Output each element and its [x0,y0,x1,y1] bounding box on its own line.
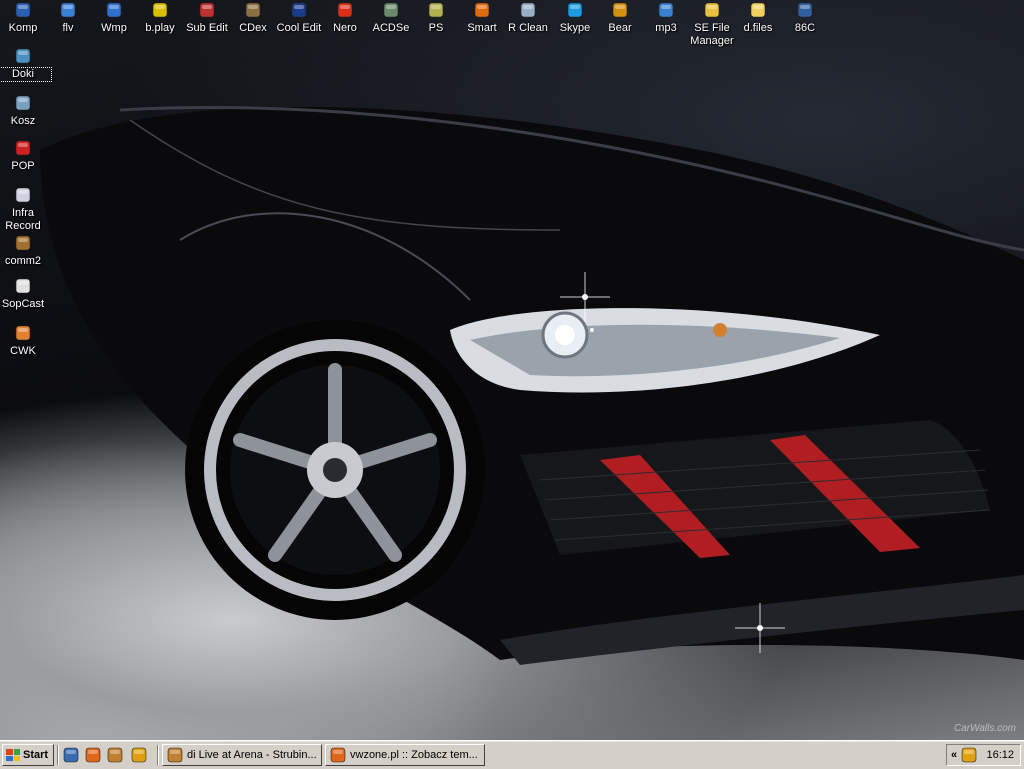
documents-icon [15,48,31,64]
desktop-icon-left-4[interactable]: comm2 [0,235,51,268]
acdsee-icon [383,2,399,18]
folder-icon [750,2,766,18]
media-player-icon [106,2,122,18]
desktop-icon-label: 86C [794,22,816,34]
sun-app-icon[interactable] [129,745,149,765]
wallpaper-car-image [40,106,1024,665]
nero-icon [337,2,353,18]
firefox-icon[interactable] [83,745,103,765]
start-button[interactable]: Start [2,744,54,766]
desktop-icon-label: CWK [10,345,36,357]
taskbar-separator [57,745,59,765]
desktop-icon-left-2[interactable]: POP [0,140,51,173]
desktop-icon-left-5[interactable]: SopCast [0,278,51,311]
pop-target-icon [15,140,31,156]
folder-tools-icon [704,2,720,18]
mp3-disc-icon [658,2,674,18]
flv-player-icon [60,2,76,18]
clock[interactable]: 16:12 [986,749,1014,761]
cool-edit-icon [291,2,307,18]
bearshare-icon [612,2,628,18]
task-button-label: di Live at Arena - Strubin... [187,749,317,761]
lock-app-icon [797,2,813,18]
desktop-icon-left-1[interactable]: Kosz [0,95,51,128]
desktop-icon-label: SopCast [1,298,45,310]
desktop-icon-label: Doki [0,67,52,82]
desktop-icon-label: comm2 [4,255,42,267]
subtitle-edit-icon [199,2,215,18]
photoshop-icon [428,2,444,18]
infra-record-icon [15,187,31,203]
task-button-1[interactable]: vwzone.pl :: Zobacz tem... [325,744,485,766]
taskbar: Start di Live at Arena - Strubin... vwzon… [0,740,1024,769]
desktop: CarWalls.com Komp flv Wmp b.play Sub Edit CDe… [0,0,1024,740]
desktop-icon-17[interactable]: 86C [777,2,833,35]
winamp-task-icon [167,747,183,763]
comm-figure-icon [15,235,31,251]
tray-expand-chevron[interactable]: « [947,749,961,761]
tray-sun-icon[interactable] [961,747,977,763]
firefox-task-icon [330,747,346,763]
my-computer-icon [15,2,31,18]
registry-clean-icon [520,2,536,18]
task-button-label: vwzone.pl :: Zobacz tem... [350,749,478,761]
bsplayer-icon [152,2,168,18]
sopcast-icon [15,278,31,294]
desktop-icon-label: POP [11,160,35,172]
cdex-icon [245,2,261,18]
start-label: Start [23,749,49,761]
windows-flag-icon [6,749,20,761]
desktop-icon-left-3[interactable]: Infra Record [0,187,51,233]
system-tray: « 16:12 [946,744,1021,766]
show-desktop-icon[interactable] [61,745,81,765]
recycle-bin-icon [15,95,31,111]
desktop-icon-label: Kosz [10,115,36,127]
wallpaper-watermark: CarWalls.com [953,723,1016,734]
task-button-0[interactable]: di Live at Arena - Strubin... [162,744,322,766]
smart-flame-icon [474,2,490,18]
desktop-icon-left-0[interactable]: Doki [0,48,52,82]
skype-icon [567,2,583,18]
desktop-icon-label: Infra Record [5,207,41,232]
cwk-app-icon [15,325,31,341]
desktop-icon-left-6[interactable]: CWK [0,325,51,358]
taskbar-separator [157,745,159,765]
winamp-icon[interactable] [105,745,125,765]
